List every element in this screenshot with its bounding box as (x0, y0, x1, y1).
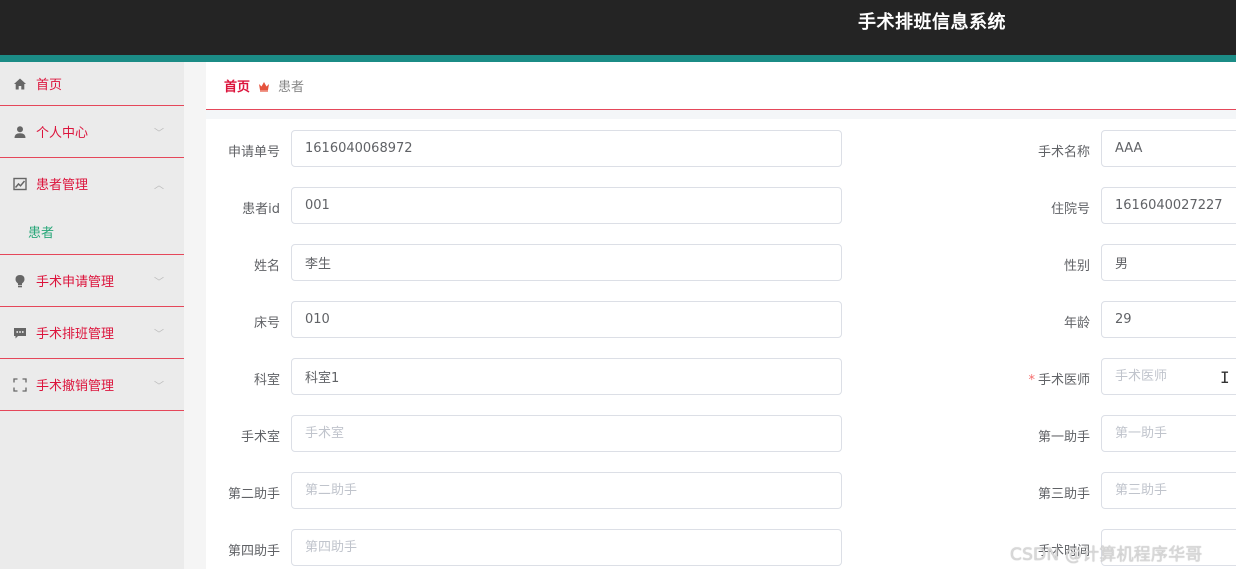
chevron-down-icon: ﹀ (154, 381, 164, 392)
surgeon-label: * 手术医师 (1010, 369, 1090, 388)
operating-room-input[interactable] (291, 415, 842, 452)
sidebar-subitem-label: 患者 (28, 226, 55, 241)
gender-input[interactable] (1101, 244, 1236, 281)
breadcrumb-home-link[interactable]: 首页 (224, 76, 250, 95)
breadcrumb: 首页 患者 (206, 62, 1236, 110)
department-label: 科室 (253, 373, 280, 388)
fourth-assistant-label: 第四助手 (227, 544, 280, 559)
header-accent-strip (0, 55, 1236, 62)
name-label: 姓名 (253, 259, 280, 274)
surgery-name-label: 手术名称 (1037, 145, 1090, 160)
chevron-down-icon: ﹀ (154, 329, 164, 340)
sidebar: 首页 个人中心 ﹀ 患者管理 ︿ 患者 手术申请管理 ﹀ 手术排班管理 ﹀ 手术… (0, 62, 184, 569)
user-icon (13, 125, 27, 139)
surgeon-input[interactable] (1101, 358, 1236, 395)
surgery-name-input[interactable] (1101, 130, 1236, 167)
crown-separator-icon (258, 80, 270, 92)
third-assistant-label: 第三助手 (1037, 487, 1090, 502)
sidebar-item-label: 手术排班管理 (36, 327, 115, 342)
first-assistant-label: 第一助手 (1037, 430, 1090, 445)
second-assistant-label: 第二助手 (227, 487, 280, 502)
bed-no-input[interactable] (291, 301, 842, 338)
app-title: 手术排班信息系统 (858, 12, 1006, 33)
age-input[interactable] (1101, 301, 1236, 338)
gender-label: 性别 (1063, 259, 1090, 274)
fullscreen-icon (13, 377, 27, 392)
home-icon (13, 77, 27, 91)
application-no-input[interactable] (291, 130, 842, 167)
content-gap (206, 110, 1236, 119)
operating-room-label: 手术室 (240, 430, 280, 445)
patient-id-label: 患者id (242, 202, 280, 217)
sidebar-item-label: 个人中心 (36, 126, 89, 141)
department-input[interactable] (291, 358, 842, 395)
first-assistant-input[interactable] (1101, 415, 1236, 452)
breadcrumb-current: 患者 (278, 80, 305, 95)
fourth-assistant-input[interactable] (291, 529, 842, 566)
sidebar-item-surgery-application[interactable]: 手术申请管理 ﹀ (0, 255, 184, 307)
second-assistant-input[interactable] (291, 472, 842, 509)
sidebar-item-label: 患者管理 (36, 178, 89, 193)
sidebar-item-patient-management[interactable]: 患者管理 ︿ (0, 158, 184, 209)
bulb-icon (13, 274, 27, 288)
patient-id-input[interactable] (291, 187, 842, 224)
admission-no-input[interactable] (1101, 187, 1236, 224)
age-label: 年龄 (1063, 316, 1090, 331)
patient-form: 申请单号 患者id 姓名 床号 科室 手术室 第二助手 第四助手 手术名称 住院… (206, 119, 1236, 569)
application-no-label: 申请单号 (227, 145, 280, 160)
sidebar-item-surgery-scheduling[interactable]: 手术排班管理 ﹀ (0, 307, 184, 359)
chevron-up-icon: ︿ (154, 180, 164, 191)
sidebar-item-surgery-cancellation[interactable]: 手术撤销管理 ﹀ (0, 359, 184, 411)
sidebar-item-personal-center[interactable]: 个人中心 ﹀ (0, 106, 184, 158)
admission-no-label: 住院号 (1050, 202, 1090, 217)
chevron-down-icon: ﹀ (154, 277, 164, 288)
main-content: 首页 患者 申请单号 患者id 姓名 床号 科室 手术室 第二助手 第四助手 手… (206, 62, 1236, 569)
sidebar-item-home[interactable]: 首页 (0, 62, 184, 106)
bed-no-label: 床号 (253, 316, 280, 331)
required-asterisk: * (1028, 373, 1035, 388)
name-input[interactable] (291, 244, 842, 281)
message-icon (13, 326, 27, 340)
sidebar-item-label: 手术撤销管理 (36, 379, 115, 394)
sidebar-item-label: 手术申请管理 (36, 275, 115, 290)
watermark: CSDN @计算机程序华哥 (1010, 545, 1203, 565)
text-cursor-icon: I (1220, 368, 1230, 387)
sidebar-item-label: 首页 (36, 78, 63, 93)
chevron-down-icon: ﹀ (154, 128, 164, 139)
third-assistant-input[interactable] (1101, 472, 1236, 509)
sidebar-subitem-patient[interactable]: 患者 (0, 209, 184, 255)
top-header: 手术排班信息系统 (0, 0, 1236, 55)
surgeon-label-text: 手术医师 (1037, 373, 1090, 388)
chart-icon (13, 177, 27, 191)
